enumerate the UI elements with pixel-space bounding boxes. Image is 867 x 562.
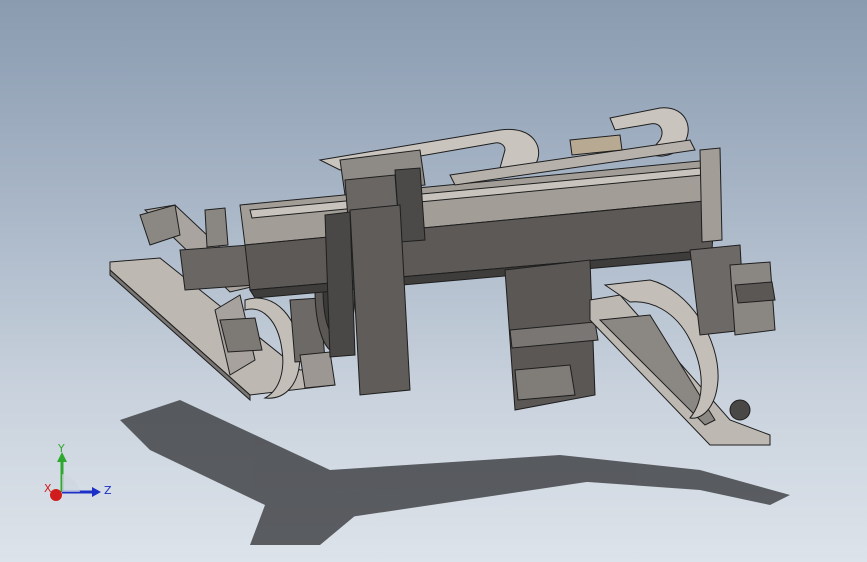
z-axis-label: Z [104, 484, 112, 497]
z-arrowhead [92, 487, 101, 497]
x-axis-label: X [44, 482, 52, 495]
right-vertical-assembly[interactable] [504, 259, 599, 411]
axis-triad: Y Z X [40, 440, 120, 510]
triad-plane [62, 474, 80, 492]
gantry-model[interactable] [0, 0, 867, 562]
triad-arrows [50, 452, 101, 501]
3d-viewport[interactable]: Y Z X [0, 0, 867, 562]
y-axis-label: Y [58, 442, 65, 455]
